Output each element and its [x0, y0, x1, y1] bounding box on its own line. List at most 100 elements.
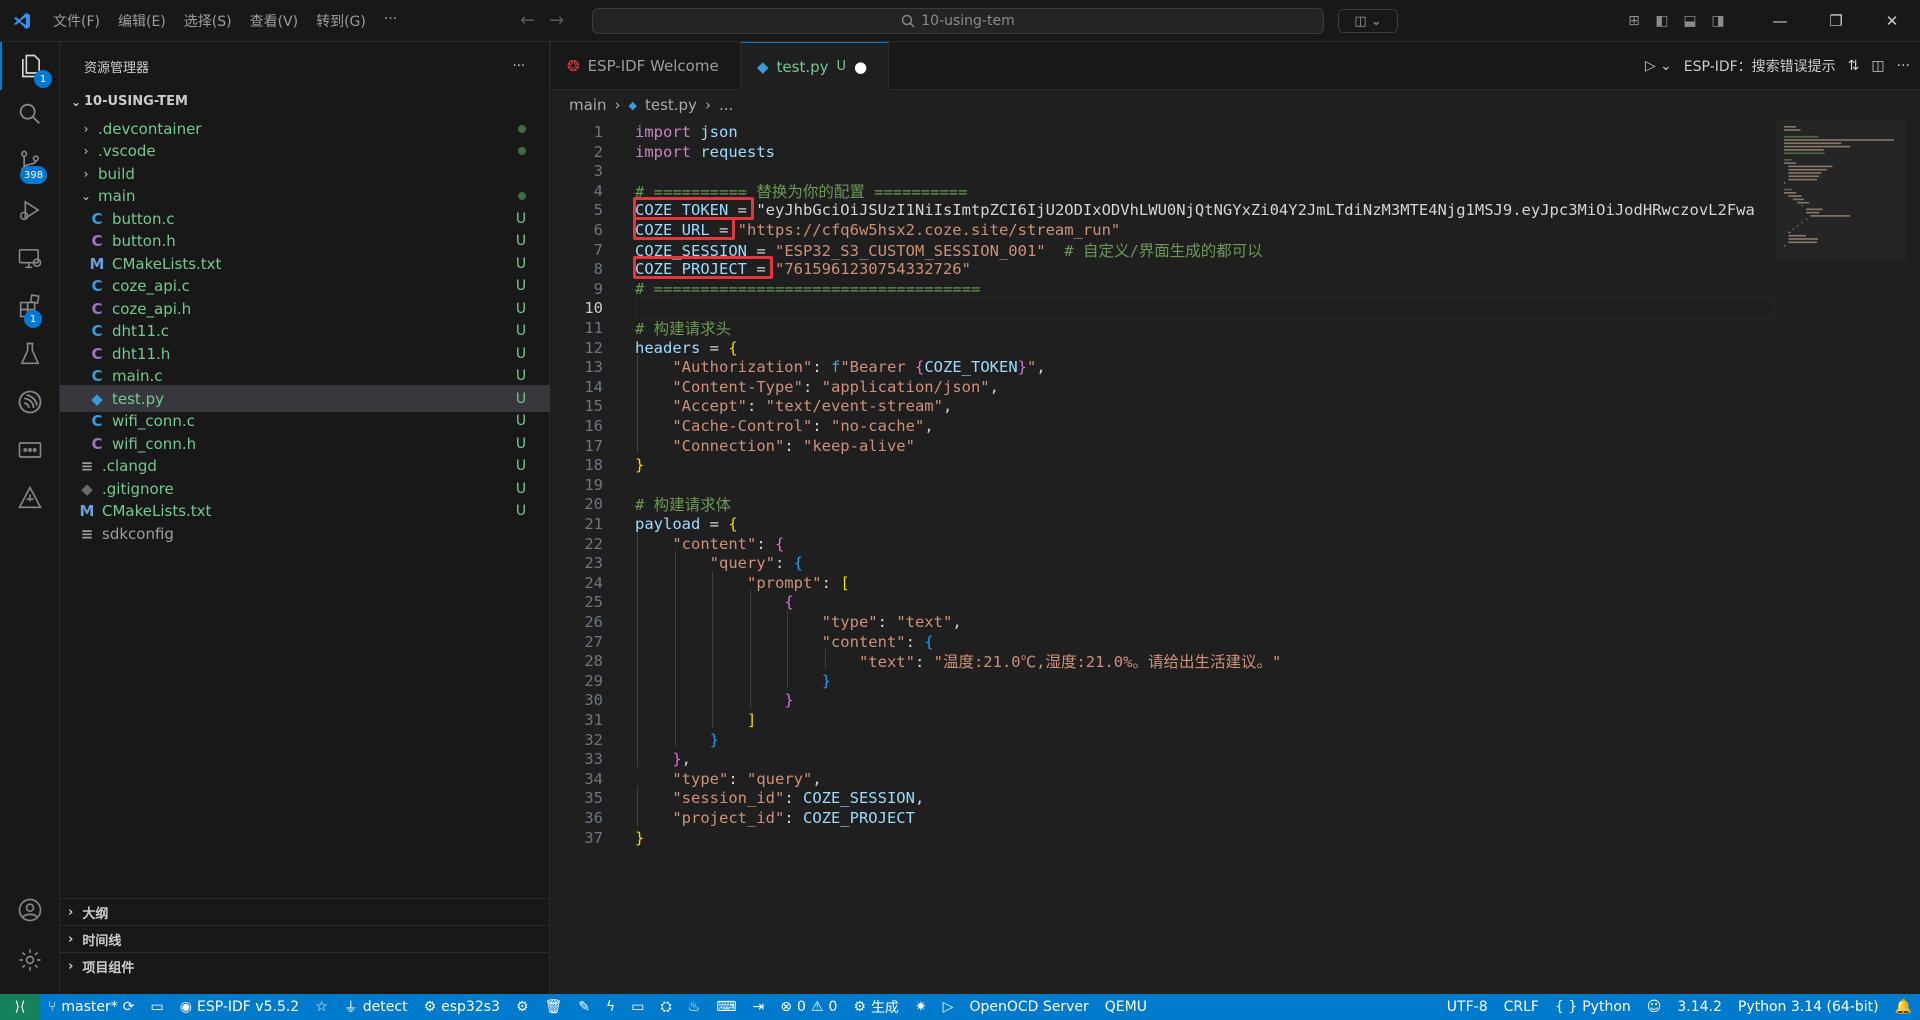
timeline-section[interactable]: › 时间线 — [60, 925, 550, 952]
account-icon[interactable] — [0, 886, 60, 934]
flash-icon[interactable]: ϟ — [598, 994, 623, 1020]
espressif-icon[interactable] — [0, 378, 60, 426]
terminal-icon[interactable]: ⌨ — [708, 994, 744, 1020]
menu-view[interactable]: 查看(V) — [241, 11, 308, 31]
toggle-secondary-sidebar-icon[interactable]: ◨ — [1704, 13, 1732, 29]
run-debug-icon[interactable] — [0, 186, 60, 234]
command-center-search[interactable]: 10-using-tem — [592, 8, 1324, 34]
run-icon[interactable]: ▷ ⌄ — [1645, 58, 1672, 74]
line-number: 21 — [584, 515, 603, 533]
device-icon[interactable] — [0, 426, 60, 474]
encoding-item[interactable]: UTF-8 — [1439, 994, 1496, 1020]
tab-bar: ❂ ESP-IDF Welcome ◆ test.py U ● ▷ ⌄ ESP-… — [551, 42, 1920, 90]
target-item[interactable]: ⚙ esp32s3 — [416, 994, 508, 1020]
h-file-icon: C — [91, 434, 103, 453]
menu-bar: 文件(F) 编辑(E) 选择(S) 查看(V) 转到(G) ··· — [44, 11, 406, 31]
idf-version-item[interactable]: ◉ ESP-IDF v5.5.2 — [172, 994, 307, 1020]
tab-esp-idf-welcome[interactable]: ❂ ESP-IDF Welcome — [551, 42, 741, 90]
qemu-item[interactable]: QEMU — [1097, 994, 1155, 1020]
gear-icon[interactable] — [0, 936, 60, 984]
language-item[interactable]: { } Python — [1547, 994, 1639, 1020]
search-icon[interactable] — [0, 90, 60, 138]
branch-item[interactable]: ⑂ master* ⟳ — [40, 994, 143, 1020]
debug-icon[interactable]: ⛭ — [653, 994, 680, 1020]
trash-icon[interactable]: 🗑 — [537, 994, 571, 1020]
menu-more[interactable]: ··· — [375, 11, 406, 31]
status-bar: ⟩⟨ ⑂ master* ⟳ ▭ ◉ ESP-IDF v5.5.2 ☆ ⏚ detect… — [0, 994, 1920, 1020]
detect-item[interactable]: ⏚ detect — [336, 994, 416, 1020]
copilot-button[interactable]: ◫ ⌄ — [1338, 9, 1398, 33]
outline-section[interactable]: › 大纲 — [60, 898, 550, 925]
line-number: 10 — [584, 299, 603, 318]
timeline-label: 时间线 — [82, 933, 122, 949]
compare-icon[interactable]: ⇅ — [1848, 58, 1860, 74]
espressif-tab-icon: ❂ — [567, 57, 580, 75]
tab-test-py[interactable]: ◆ test.py U ● — [741, 42, 889, 90]
extensions-icon[interactable]: 1 — [0, 282, 60, 330]
folder-item[interactable]: ▭ — [143, 994, 172, 1020]
tree-item-label: main — [98, 187, 136, 205]
line-number: 18 — [584, 456, 603, 475]
line-number: 13 — [584, 358, 603, 377]
git-status: U — [515, 278, 527, 294]
play-icon[interactable]: ▷ — [935, 994, 962, 1020]
tree-item-label: .devcontainer — [98, 119, 202, 138]
line-number: 7 — [593, 240, 603, 259]
c-file-icon: C — [91, 412, 103, 430]
plug-icon: ⏚ — [343, 1000, 358, 1016]
toggle-panel-icon[interactable]: ⬓ — [1676, 13, 1704, 29]
interpreter-item[interactable]: Python 3.14 (64-bit) — [1730, 994, 1887, 1020]
menu-go[interactable]: 转到(G) — [307, 11, 375, 31]
notifications-icon[interactable]: 🔔 — [1887, 994, 1920, 1020]
project-root[interactable]: ⌄ 10-USING-TEM — [60, 88, 550, 115]
unsaved-dot-icon[interactable]: ● — [854, 58, 867, 76]
problems-item[interactable]: ⊗ 0 ⚠ 0 — [772, 994, 845, 1020]
esp-idf-error-hints[interactable]: ESP-IDF：搜索错误提示 — [1684, 56, 1836, 76]
python-version-item[interactable]: 3.14.2 — [1669, 994, 1730, 1020]
explorer-icon[interactable]: 1 — [0, 42, 60, 90]
fire-icon[interactable]: ♨ — [680, 994, 709, 1020]
testing-icon[interactable] — [0, 330, 60, 378]
menu-file[interactable]: 文件(F) — [44, 11, 109, 31]
forward-arrow-icon[interactable]: → — [549, 10, 578, 31]
eol-item[interactable]: CRLF — [1496, 994, 1547, 1020]
back-arrow-icon[interactable]: ← — [520, 10, 549, 31]
tree-item[interactable]: ≡ sdkconfig — [60, 520, 550, 547]
star-icon[interactable]: ☆ — [307, 994, 336, 1020]
split-editor-icon[interactable]: ◫ — [1871, 58, 1884, 74]
breadcrumb-folder[interactable]: main — [569, 96, 606, 114]
copilot-status-icon[interactable]: ☺ — [1639, 994, 1670, 1020]
sync-icon[interactable]: ⟳ — [123, 999, 135, 1015]
idf-tools-icon[interactable] — [0, 474, 60, 522]
menu-selection[interactable]: 选择(S) — [175, 11, 241, 31]
braces-icon: { } — [1554, 999, 1578, 1015]
settings-icon[interactable]: ⚙ — [508, 994, 537, 1020]
export-icon[interactable]: ⇥ — [745, 994, 773, 1020]
menu-edit[interactable]: 编辑(E) — [109, 11, 175, 31]
indent-guide — [712, 570, 714, 728]
project-components-section[interactable]: › 项目组件 — [60, 952, 550, 979]
wrench-icon[interactable]: ✎ — [570, 994, 598, 1020]
minimize-icon[interactable]: — — [1752, 12, 1808, 30]
monitor-icon[interactable]: ▭ — [623, 994, 652, 1020]
source-control-icon[interactable]: 398 — [0, 138, 60, 186]
more-actions-icon[interactable]: ··· — [513, 59, 525, 74]
breadcrumb-file[interactable]: test.py — [645, 96, 697, 114]
bug-icon[interactable]: ✷ — [907, 994, 935, 1020]
customize-layout-icon[interactable]: ⊞ — [1620, 13, 1648, 29]
robot-icon: ◉ — [179, 999, 192, 1015]
toggle-sidebar-icon[interactable]: ◧ — [1648, 13, 1676, 29]
remote-explorer-icon[interactable] — [0, 234, 60, 282]
close-icon[interactable]: ✕ — [1864, 12, 1920, 30]
minimap-slider[interactable] — [1776, 120, 1906, 260]
remote-indicator-icon[interactable]: ⟩⟨ — [0, 994, 40, 1020]
breadcrumb-symbol[interactable]: ... — [719, 96, 733, 114]
openocd-item[interactable]: OpenOCD Server — [961, 994, 1096, 1020]
build-item[interactable]: ⚙ 生成 — [845, 994, 907, 1020]
line-number: 33 — [584, 750, 603, 769]
more-icon[interactable]: ··· — [1897, 58, 1910, 74]
tab-label: ESP-IDF Welcome — [587, 57, 719, 75]
code-editor[interactable]: 1 import json 2 import requests 3 4 # ========… — [551, 120, 1776, 994]
tree-item-label: CMakeLists.txt — [102, 502, 212, 520]
restore-icon[interactable]: ❐ — [1808, 12, 1864, 30]
